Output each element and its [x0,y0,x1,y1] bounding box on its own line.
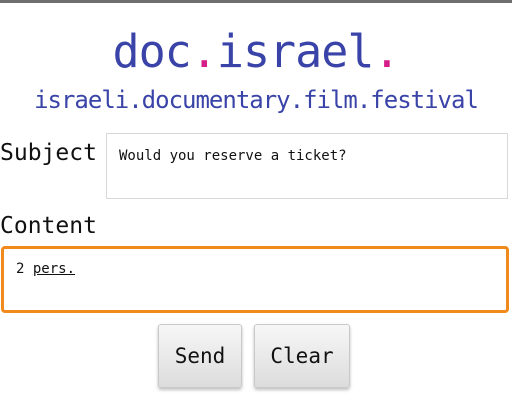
content-value-prefix: 2 [16,261,33,277]
send-button-label: Send [174,344,226,368]
clear-button-label: Clear [270,344,334,368]
site-logo: doc.israel. [0,26,512,78]
clear-button[interactable]: Clear [254,324,350,388]
content-value-underlined: pers. [32,261,76,277]
logo-main-text: doc.israel. [112,25,400,78]
logo-tagline: israeli.documentary.film.festival [34,86,479,114]
subject-input-value: Would you reserve a ticket? [119,148,347,164]
subject-label: Subject [0,140,97,166]
subject-input[interactable]: Would you reserve a ticket? [106,133,508,199]
content-textarea[interactable]: 2 pers. [1,246,509,313]
top-bar [0,0,512,3]
send-button[interactable]: Send [158,324,242,388]
content-label: Content [0,213,97,239]
